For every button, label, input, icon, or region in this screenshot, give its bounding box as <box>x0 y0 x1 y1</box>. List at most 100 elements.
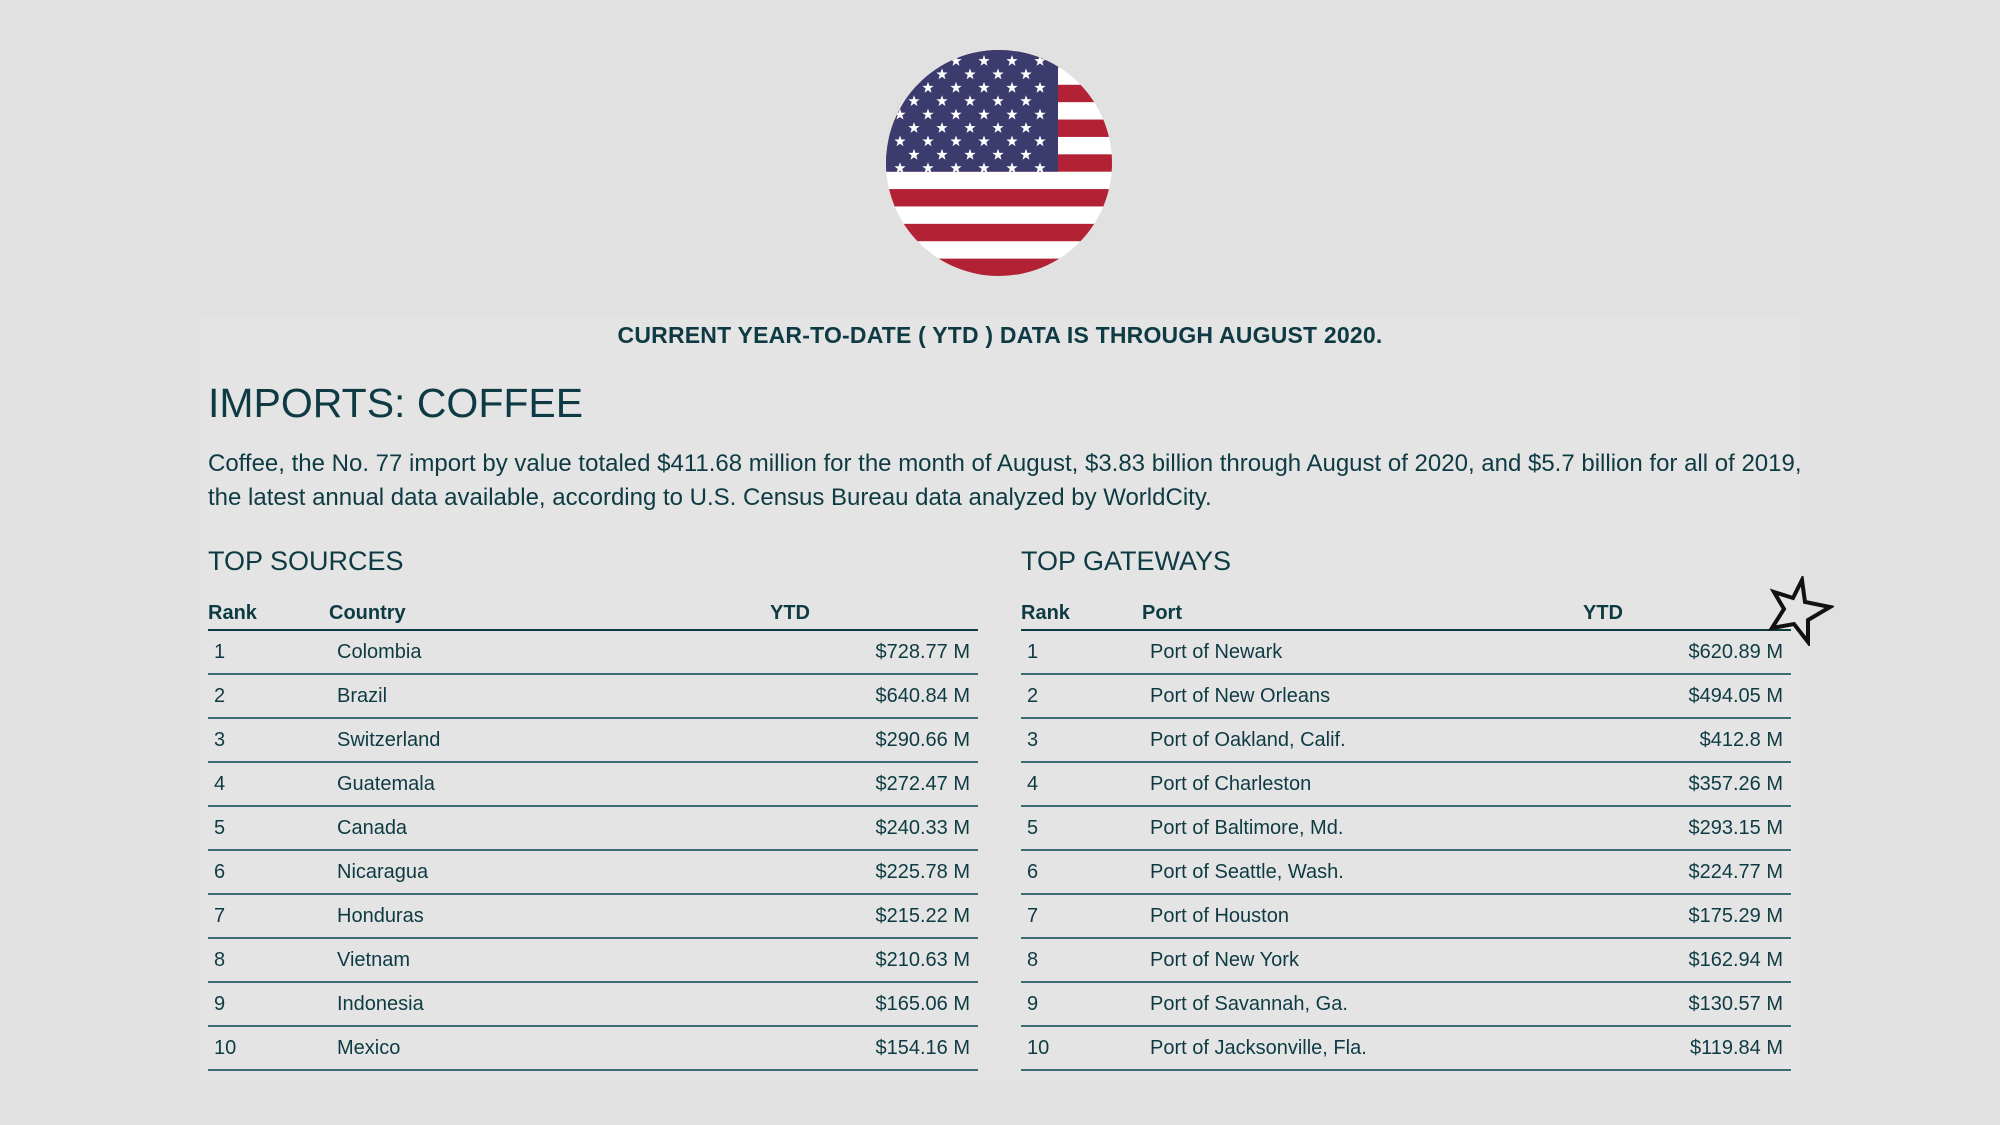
rank-cell: 5 <box>1021 806 1142 851</box>
ytd-note: CURRENT YEAR-TO-DATE ( YTD ) DATA IS THR… <box>617 322 1383 348</box>
top-gateways-section: TOP GATEWAYS Rank Port YTD 1 Port of Newa… <box>1021 546 1791 1071</box>
rank-cell: 4 <box>208 762 329 807</box>
name-cell: Brazil <box>329 674 770 719</box>
rank-cell: 7 <box>208 894 329 939</box>
table-row: 4 Port of Charleston $357.26 M <box>1021 762 1791 807</box>
name-cell: Port of Houston <box>1142 894 1583 939</box>
table-row: 7 Honduras $215.22 M <box>208 894 978 939</box>
name-cell: Honduras <box>329 894 770 939</box>
ytd-cell: $215.22 M <box>770 894 978 939</box>
ytd-cell: $272.47 M <box>770 762 978 807</box>
column-header-country: Country <box>329 602 770 631</box>
rank-cell: 8 <box>1021 938 1142 983</box>
name-cell: Mexico <box>329 1026 770 1071</box>
ytd-cell: $165.06 M <box>770 982 978 1027</box>
rank-cell: 4 <box>1021 762 1142 807</box>
name-cell: Port of Savannah, Ga. <box>1142 982 1583 1027</box>
column-header-port: Port <box>1142 602 1583 631</box>
table-row: 10 Port of Jacksonville, Fla. $119.84 M <box>1021 1026 1791 1071</box>
column-header-rank: Rank <box>208 602 329 631</box>
table-row: 1 Colombia $728.77 M <box>208 630 978 675</box>
table-row: 6 Port of Seattle, Wash. $224.77 M <box>1021 850 1791 895</box>
ytd-cell: $290.66 M <box>770 718 978 763</box>
us-flag-graphic <box>886 50 1112 276</box>
table-row: 1 Port of Newark $620.89 M <box>1021 630 1791 675</box>
table-row: 9 Port of Savannah, Ga. $130.57 M <box>1021 982 1791 1027</box>
top-gateways-title: TOP GATEWAYS <box>1021 546 1232 576</box>
ytd-cell: $162.94 M <box>1583 938 1791 983</box>
ytd-cell: $357.26 M <box>1583 762 1791 807</box>
rank-cell: 10 <box>208 1026 329 1071</box>
ytd-cell: $175.29 M <box>1583 894 1791 939</box>
ytd-cell: $225.78 M <box>770 850 978 895</box>
table-row: 3 Port of Oakland, Calif. $412.8 M <box>1021 718 1791 763</box>
column-header-ytd: YTD <box>770 602 978 631</box>
ytd-cell: $640.84 M <box>770 674 978 719</box>
column-header-rank: Rank <box>1021 602 1142 631</box>
top-sources-title: TOP SOURCES <box>208 546 404 576</box>
ytd-cell: $494.05 M <box>1583 674 1791 719</box>
table-row: 2 Port of New Orleans $494.05 M <box>1021 674 1791 719</box>
name-cell: Canada <box>329 806 770 851</box>
rank-cell: 2 <box>208 674 329 719</box>
table-header-row: Rank Port YTD <box>1021 602 1791 631</box>
rank-cell: 7 <box>1021 894 1142 939</box>
ytd-cell: $293.15 M <box>1583 806 1791 851</box>
name-cell: Port of New York <box>1142 938 1583 983</box>
column-header-ytd: YTD <box>1583 602 1791 631</box>
description-paragraph: Coffee, the No. 77 import by value total… <box>208 450 1802 511</box>
table-row: 8 Port of New York $162.94 M <box>1021 938 1791 983</box>
name-cell: Port of Oakland, Calif. <box>1142 718 1583 763</box>
name-cell: Nicaragua <box>329 850 770 895</box>
table-row: 9 Indonesia $165.06 M <box>208 982 978 1027</box>
table-row: 5 Canada $240.33 M <box>208 806 978 851</box>
ytd-cell: $240.33 M <box>770 806 978 851</box>
name-cell: Switzerland <box>329 718 770 763</box>
table-row: 7 Port of Houston $175.29 M <box>1021 894 1791 939</box>
name-cell: Indonesia <box>329 982 770 1027</box>
table-row: 5 Port of Baltimore, Md. $293.15 M <box>1021 806 1791 851</box>
top-sources-table: Rank Country YTD 1 Colombia $728.77 M 2 Braz… <box>208 602 978 1071</box>
rank-cell: 10 <box>1021 1026 1142 1071</box>
name-cell: Port of Newark <box>1142 630 1583 675</box>
table-row: 10 Mexico $154.16 M <box>208 1026 978 1071</box>
rank-cell: 9 <box>1021 982 1142 1027</box>
page-title: IMPORTS: COFFEE <box>208 380 584 426</box>
table-row: 4 Guatemala $272.47 M <box>208 762 978 807</box>
us-flag-icon <box>886 50 1112 276</box>
ytd-cell: $412.8 M <box>1583 718 1791 763</box>
rank-cell: 2 <box>1021 674 1142 719</box>
ytd-cell: $154.16 M <box>770 1026 978 1071</box>
name-cell: Port of New Orleans <box>1142 674 1583 719</box>
name-cell: Port of Charleston <box>1142 762 1583 807</box>
name-cell: Vietnam <box>329 938 770 983</box>
name-cell: Port of Baltimore, Md. <box>1142 806 1583 851</box>
top-gateways-table: Rank Port YTD 1 Port of Newark $620.89 M2P… <box>1021 602 1791 1071</box>
table-header-row: Rank Country YTD <box>208 602 978 631</box>
ytd-cell: $620.89 M <box>1583 630 1791 675</box>
star-outline-icon <box>1767 576 1834 646</box>
ytd-cell: $119.84 M <box>1583 1026 1791 1071</box>
name-cell: Port of Jacksonville, Fla. <box>1142 1026 1583 1071</box>
ytd-cell: $728.77 M <box>770 630 978 675</box>
name-cell: Port of Seattle, Wash. <box>1142 850 1583 895</box>
rank-cell: 3 <box>208 718 329 763</box>
table-row: 2 Brazil $640.84 M <box>208 674 978 719</box>
rank-cell: 6 <box>208 850 329 895</box>
table-row: 3 Switzerland $290.66 M <box>208 718 978 763</box>
rank-cell: 5 <box>208 806 329 851</box>
name-cell: Guatemala <box>329 762 770 807</box>
rank-cell: 1 <box>208 630 329 675</box>
name-cell: Colombia <box>329 630 770 675</box>
ytd-cell: $210.63 M <box>770 938 978 983</box>
rank-cell: 1 <box>1021 630 1142 675</box>
table-row: 8 Vietnam $210.63 M <box>208 938 978 983</box>
rank-cell: 9 <box>208 982 329 1027</box>
ytd-cell: $130.57 M <box>1583 982 1791 1027</box>
top-sources-section: TOP SOURCES Rank Country YTD 1 Colombia $7… <box>208 546 978 1071</box>
rank-cell: 6 <box>1021 850 1142 895</box>
ytd-cell: $224.77 M <box>1583 850 1791 895</box>
rank-cell: 3 <box>1021 718 1142 763</box>
rank-cell: 8 <box>208 938 329 983</box>
table-row: 6 Nicaragua $225.78 M <box>208 850 978 895</box>
